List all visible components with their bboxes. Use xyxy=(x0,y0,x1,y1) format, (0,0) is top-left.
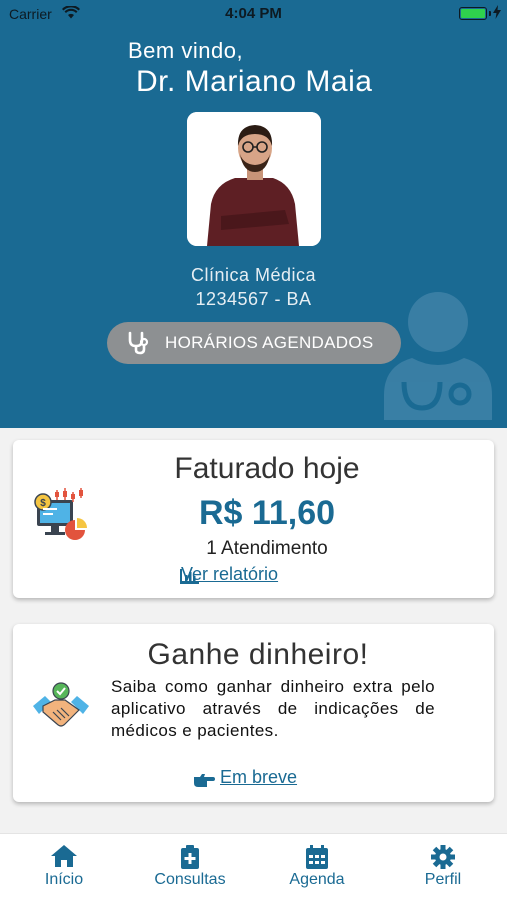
welcome-text: Bem vindo, xyxy=(128,38,244,63)
scheduled-times-button[interactable]: HORÁRIOS AGENDADOS xyxy=(107,322,401,364)
tab-bar: Início Consultas Agenda Perfil xyxy=(0,833,507,900)
pointing-hand-icon xyxy=(194,774,215,787)
handshake-icon xyxy=(33,682,89,727)
scheduled-times-label: HORÁRIOS AGENDADOS xyxy=(165,333,374,352)
header: Carrier 4:04 PM Bem vindo, Dr. Mariano M… xyxy=(0,0,507,428)
doctor-name: Dr. Mariano Maia xyxy=(136,65,373,98)
earn-money-title: Ganhe dinheiro! xyxy=(147,638,369,671)
appointment-count: 1 Atendimento xyxy=(206,538,328,559)
battery-tip xyxy=(489,11,491,16)
battery-icon xyxy=(459,7,487,20)
stethoscope-icon xyxy=(128,331,149,355)
coming-soon-link[interactable]: Em breve xyxy=(220,767,297,788)
status-bar: Carrier 4:04 PM xyxy=(0,0,507,28)
home-icon xyxy=(51,845,77,867)
specialty: Clínica Médica xyxy=(190,265,317,285)
tab-consultas[interactable]: Consultas xyxy=(130,834,250,900)
avatar xyxy=(187,112,321,246)
tab-agenda-label: Agenda xyxy=(289,871,345,888)
charging-icon xyxy=(493,5,501,19)
tab-inicio-label: Início xyxy=(44,871,84,888)
billing-amount: R$ 11,60 xyxy=(198,494,336,532)
tab-agenda[interactable]: Agenda xyxy=(257,834,377,900)
calendar-icon xyxy=(306,845,328,869)
clock: 4:04 PM xyxy=(225,5,282,22)
billing-title: Faturado hoje xyxy=(174,452,360,485)
earn-money-card: Ganhe dinheiro! Saiba como ganhar dinhei… xyxy=(13,624,494,802)
gear-icon xyxy=(431,845,455,869)
billing-card: $ Faturado hoje R$ 11,60 1 Atendimento V… xyxy=(13,440,494,598)
tab-perfil-label: Perfil xyxy=(424,871,462,888)
view-report-link[interactable]: Ver relatório xyxy=(181,564,278,585)
doctor-photo xyxy=(187,112,321,246)
tab-perfil[interactable]: Perfil xyxy=(383,834,503,900)
earn-money-description: Saiba como ganhar dinheiro extra pelo ap… xyxy=(111,677,435,740)
tab-consultas-label: Consultas xyxy=(154,871,226,888)
doctor-watermark-icon xyxy=(384,292,492,420)
clipboard-plus-icon xyxy=(181,845,199,869)
tab-inicio[interactable]: Início xyxy=(4,834,124,900)
